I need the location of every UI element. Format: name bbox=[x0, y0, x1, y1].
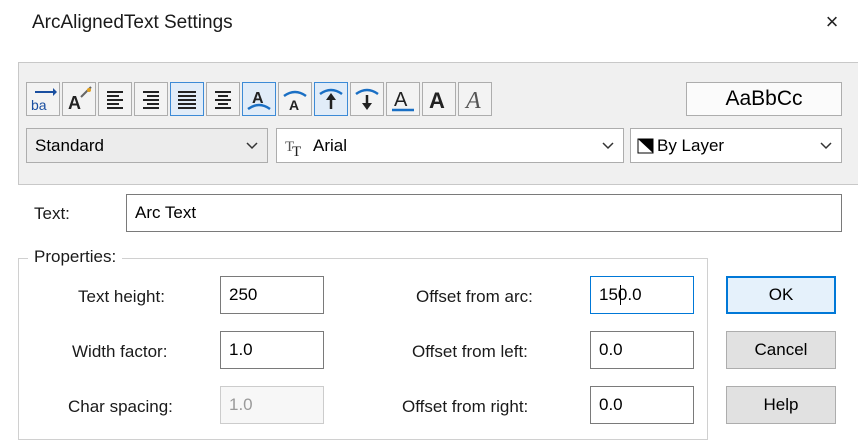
align-fit-icon bbox=[178, 91, 196, 109]
char-spacing-input: 1.0 bbox=[220, 386, 324, 424]
text-label: Text: bbox=[34, 204, 70, 223]
color-value: By Layer bbox=[657, 136, 725, 155]
underline-button[interactable]: A bbox=[386, 82, 420, 116]
ok-button[interactable]: OK bbox=[726, 276, 836, 314]
bold-icon: A bbox=[429, 88, 445, 113]
align-left-icon bbox=[107, 91, 123, 109]
text-style-value: Standard bbox=[35, 136, 104, 155]
underline-icon: A bbox=[392, 89, 414, 112]
inward-direction-button[interactable] bbox=[350, 82, 384, 116]
reverse-text-button[interactable]: ba bbox=[26, 82, 60, 116]
chevron-down-icon bbox=[602, 142, 614, 150]
text-sample-preview: AaBbCc bbox=[686, 82, 842, 116]
close-button[interactable]: × bbox=[818, 8, 846, 36]
align-center-icon bbox=[215, 91, 231, 109]
convex-side-button[interactable]: A bbox=[242, 82, 276, 116]
font-value: Arial bbox=[313, 136, 348, 155]
text-height-label: Text height: bbox=[78, 287, 165, 306]
svg-text:A: A bbox=[289, 97, 299, 113]
text-caret bbox=[620, 285, 621, 305]
italic-button[interactable]: A bbox=[458, 82, 492, 116]
toolbar-panel bbox=[18, 62, 858, 185]
bold-button[interactable]: A bbox=[422, 82, 456, 116]
align-left-button[interactable] bbox=[98, 82, 132, 116]
color-swatch-icon bbox=[637, 138, 654, 154]
font-select[interactable]: T T Arial bbox=[276, 128, 624, 163]
align-fit-button[interactable] bbox=[170, 82, 204, 116]
concave-side-button[interactable]: A bbox=[278, 82, 312, 116]
drag-wizard-button[interactable]: A bbox=[62, 82, 96, 116]
svg-text:A: A bbox=[394, 89, 408, 111]
width-factor-label: Width factor: bbox=[72, 342, 168, 361]
drag-wizard-icon: A bbox=[68, 86, 92, 113]
offset-from-arc-input[interactable]: 150.0 bbox=[590, 276, 694, 314]
offset-from-right-label: Offset from right: bbox=[402, 397, 529, 416]
text-style-select[interactable]: Standard bbox=[26, 128, 268, 163]
align-right-icon bbox=[143, 91, 159, 109]
offset-from-right-input[interactable]: 0.0 bbox=[590, 386, 694, 424]
inward-direction-icon bbox=[355, 88, 379, 110]
italic-icon: A bbox=[464, 88, 481, 113]
outward-direction-icon bbox=[319, 88, 343, 109]
convex-side-icon: A bbox=[247, 90, 271, 111]
cancel-button[interactable]: Cancel bbox=[726, 331, 836, 369]
text-height-input[interactable]: 250 bbox=[220, 276, 324, 314]
char-spacing-label: Char spacing: bbox=[68, 397, 173, 416]
align-center-button[interactable] bbox=[206, 82, 240, 116]
align-right-button[interactable] bbox=[134, 82, 168, 116]
outward-direction-button[interactable] bbox=[314, 82, 348, 116]
chevron-down-icon bbox=[246, 142, 258, 150]
reverse-text-icon: ba bbox=[31, 88, 57, 113]
offset-from-left-label: Offset from left: bbox=[412, 342, 528, 361]
svg-text:A: A bbox=[68, 93, 81, 113]
properties-group-label: Properties: bbox=[28, 247, 123, 267]
truetype-font-icon: T T bbox=[285, 139, 301, 157]
svg-text:A: A bbox=[464, 88, 481, 113]
offset-from-left-input[interactable]: 0.0 bbox=[590, 331, 694, 369]
dialog-title: ArcAlignedText Settings bbox=[32, 12, 233, 33]
width-factor-input[interactable]: 1.0 bbox=[220, 331, 324, 369]
chevron-down-icon bbox=[820, 142, 832, 150]
offset-from-arc-label: Offset from arc: bbox=[416, 287, 533, 306]
svg-text:A: A bbox=[429, 88, 445, 113]
help-button[interactable]: Help bbox=[726, 386, 836, 424]
color-select[interactable]: By Layer bbox=[630, 128, 842, 163]
svg-text:T: T bbox=[292, 144, 301, 157]
concave-side-icon: A bbox=[283, 90, 307, 113]
svg-text:ba: ba bbox=[31, 97, 47, 113]
text-input[interactable]: Arc Text bbox=[126, 194, 842, 232]
